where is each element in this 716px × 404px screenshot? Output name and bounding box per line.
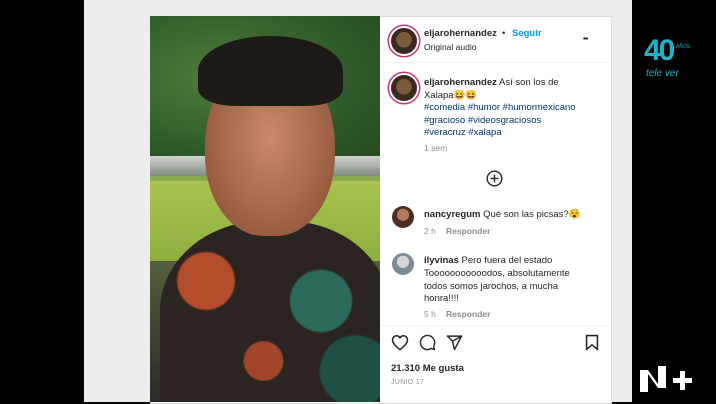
- author-avatar[interactable]: [391, 28, 417, 54]
- comment-1-reply-button[interactable]: Responder: [446, 225, 490, 238]
- n-plus-logo: [638, 364, 698, 394]
- heart-icon[interactable]: [391, 334, 409, 351]
- header-separator: •: [502, 28, 506, 39]
- caption-avatar[interactable]: [391, 75, 417, 101]
- comment-icon[interactable]: [419, 334, 436, 351]
- caption-hashtags-3[interactable]: #veracruz #xalapa: [424, 126, 502, 139]
- caption-line-1: eljarohernandez Así son los de: [424, 76, 559, 89]
- plus-circle-icon[interactable]: [486, 170, 503, 187]
- video-frame[interactable]: [150, 16, 380, 402]
- comment-2-text-2: Tooooooooooodos, absolutamente: [424, 268, 570, 279]
- caption-hashtags-1[interactable]: #comedia #humor #humormexicano: [424, 101, 576, 114]
- comment-2-username[interactable]: ilyvinas: [424, 255, 459, 266]
- comment-2-text-1: Pero fuera del estado: [461, 255, 553, 266]
- caption-time: 1 sem: [424, 143, 448, 153]
- n-plus-icon: [640, 366, 692, 392]
- comment-avatar-2[interactable]: [392, 253, 414, 275]
- caption-username[interactable]: eljarohernandez: [424, 77, 497, 88]
- likes-count[interactable]: 21.310 Me gusta: [391, 362, 464, 375]
- logo-small-text: AÑOS: [676, 44, 691, 50]
- logo-number: 40: [644, 34, 675, 67]
- comment-1-text: Qué son las picsas?😵: [483, 209, 581, 220]
- author-username[interactable]: eljarohernandez: [424, 27, 497, 40]
- comment-1-username[interactable]: nancyregum: [424, 209, 481, 220]
- more-options-icon[interactable]: •••: [583, 33, 588, 46]
- person-hair: [198, 36, 343, 106]
- telever-40-logo: 40 AÑOS tele ver: [640, 34, 702, 84]
- audio-subtitle[interactable]: Original audio: [424, 41, 476, 54]
- post-date: JUNIO 17: [391, 379, 425, 386]
- follow-button[interactable]: Seguir: [512, 27, 542, 40]
- comment-1-time: 2 h: [424, 226, 436, 236]
- caption-text-1: Así son los de: [498, 77, 559, 88]
- comment-2-time: 5 h: [424, 309, 436, 319]
- bookmark-icon[interactable]: [585, 334, 599, 351]
- logo-brand-text: tele ver: [646, 68, 679, 79]
- comment-avatar-1[interactable]: [392, 206, 414, 228]
- actions-divider: [380, 325, 610, 326]
- header-divider: [380, 62, 610, 63]
- comment-1-body: nancyregum Qué son las picsas?😵: [424, 208, 581, 221]
- share-icon[interactable]: [446, 334, 463, 351]
- comment-2-reply-button[interactable]: Responder: [446, 308, 490, 321]
- person-shirt: [160, 221, 380, 402]
- comment-2-body: ilyvinas Pero fuera del estado: [424, 254, 552, 267]
- comment-2-text-4: honra!!!!: [424, 293, 459, 304]
